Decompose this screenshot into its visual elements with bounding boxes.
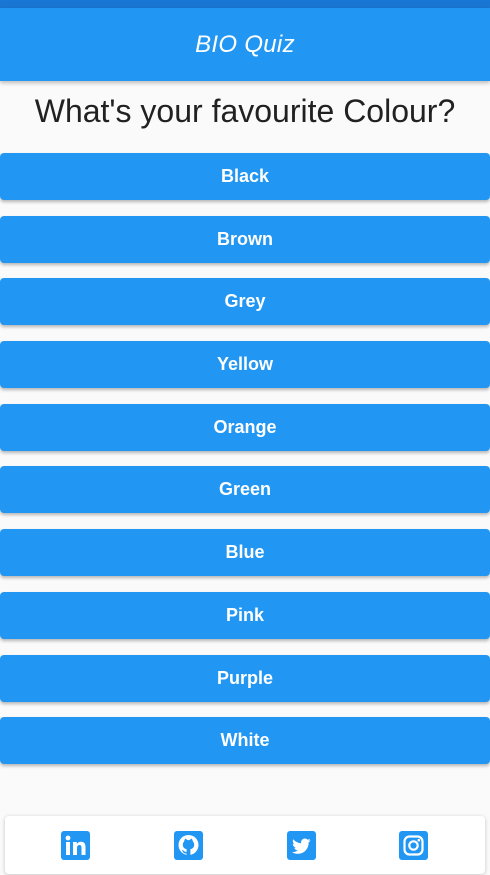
answer-button-brown[interactable]: Brown bbox=[0, 215, 490, 263]
answer-button-green[interactable]: Green bbox=[0, 466, 490, 514]
answer-button-pink[interactable]: Pink bbox=[0, 591, 490, 639]
answer-button-white[interactable]: White bbox=[0, 717, 490, 765]
app-bar: BIO Quiz bbox=[0, 8, 490, 81]
answer-button-grey[interactable]: Grey bbox=[0, 278, 490, 326]
app-title: BIO Quiz bbox=[195, 30, 295, 58]
question-text: What's your favourite Colour? bbox=[34, 93, 456, 129]
linkedin-icon[interactable] bbox=[61, 831, 90, 860]
github-icon[interactable] bbox=[174, 831, 203, 860]
answer-button-yellow[interactable]: Yellow bbox=[0, 341, 490, 389]
answer-list: Black Brown Grey Yellow Orange Green Blu… bbox=[0, 153, 490, 780]
social-bar bbox=[5, 816, 485, 874]
instagram-icon[interactable] bbox=[399, 831, 428, 860]
twitter-icon[interactable] bbox=[287, 831, 316, 860]
status-bar bbox=[0, 0, 490, 8]
answer-button-purple[interactable]: Purple bbox=[0, 654, 490, 702]
answer-button-black[interactable]: Black bbox=[0, 153, 490, 200]
answer-button-blue[interactable]: Blue bbox=[0, 529, 490, 577]
answer-button-orange[interactable]: Orange bbox=[0, 403, 490, 451]
